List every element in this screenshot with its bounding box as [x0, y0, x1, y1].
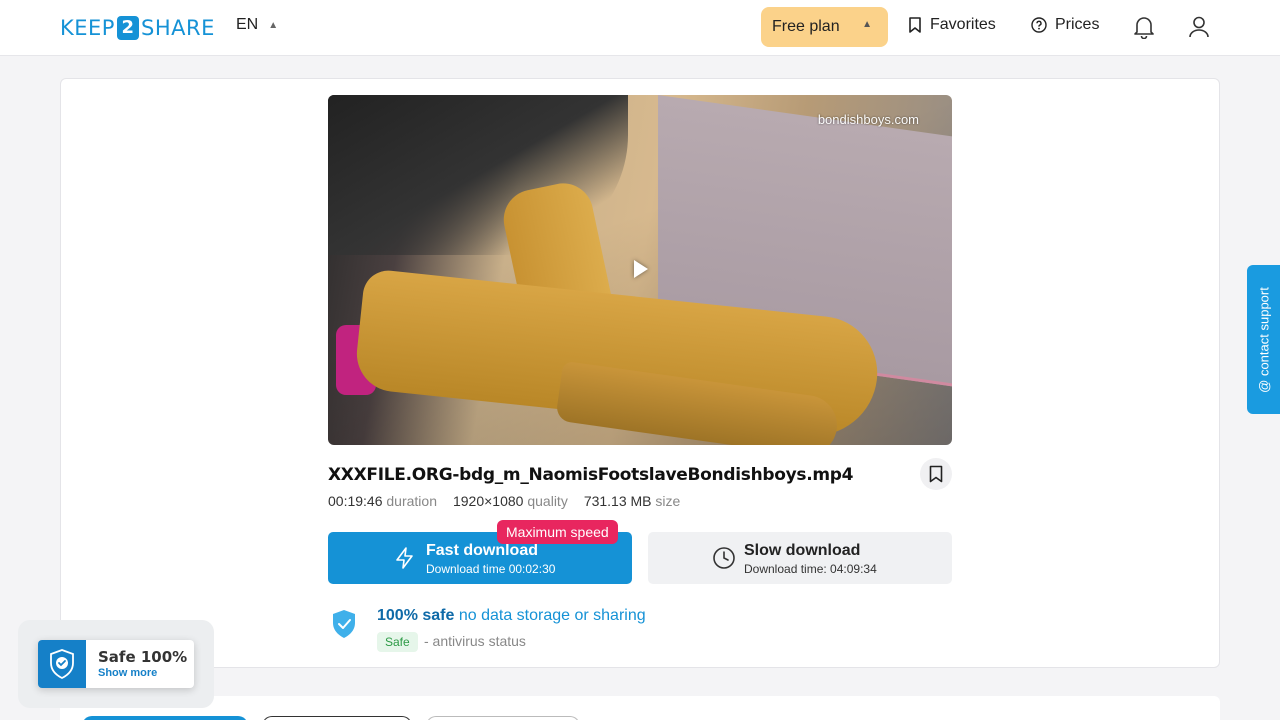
safety-statement: 100% safe no data storage or sharing	[377, 607, 646, 625]
size-value: 731.13 MB	[583, 493, 652, 509]
duration-value: 00:19:46	[328, 493, 383, 509]
logo-text-share: SHARE	[140, 16, 215, 40]
safe-widget-title: Safe 100%	[98, 648, 188, 666]
safe-status-badge: Safe	[377, 632, 418, 652]
slow-download-title: Slow download	[744, 542, 861, 559]
tab-pill[interactable]	[426, 716, 580, 720]
bookmark-icon	[929, 465, 943, 483]
top-header: KEEP 2 SHARE EN ▲ Free plan ▲ Favorites Pr…	[0, 0, 1280, 56]
chevron-up-icon: ▲	[862, 19, 872, 30]
video-preview[interactable]: bondishboys.com	[328, 95, 952, 445]
play-icon[interactable]	[634, 260, 648, 278]
contact-support-button[interactable]: @ contact support	[1247, 265, 1280, 414]
video-watermark: bondishboys.com	[817, 112, 919, 127]
duration-label: duration	[386, 493, 437, 509]
antivirus-status-label: - antivirus status	[424, 633, 526, 649]
clock-icon	[713, 547, 735, 569]
safe-widget[interactable]: Safe 100% Show more	[38, 640, 194, 688]
tab-pill[interactable]	[262, 716, 412, 720]
logo-text-2: 2	[116, 16, 139, 40]
slow-download-time: Download time: 04:09:34	[744, 562, 877, 576]
slow-download-button[interactable]: Slow download Download time: 04:09:34	[648, 532, 952, 584]
quality-info: 1920×1080 quality	[453, 493, 568, 509]
language-label: EN	[236, 16, 259, 33]
duration-info: 00:19:46 duration	[328, 493, 437, 509]
fast-download-title: Fast download	[426, 542, 538, 559]
maximum-speed-badge: Maximum speed	[497, 520, 618, 544]
safety-strong: 100% safe	[377, 607, 455, 624]
bookmark-icon	[909, 17, 921, 33]
quality-label: quality	[527, 493, 568, 509]
free-plan-button[interactable]: Free plan ▲	[761, 7, 888, 47]
account-button[interactable]	[1186, 14, 1212, 40]
keep2share-logo[interactable]: KEEP 2 SHARE	[60, 14, 215, 42]
notifications-button[interactable]	[1131, 14, 1157, 40]
add-to-favorites-button[interactable]	[920, 458, 952, 490]
size-label: size	[655, 493, 681, 509]
size-info: 731.13 MB size	[584, 493, 681, 509]
file-name: XXXFILE.ORG-bdg_m_NaomisFootslaveBondish…	[328, 465, 854, 485]
lightning-icon	[396, 547, 413, 569]
prices-label: Prices	[1055, 16, 1100, 33]
fast-download-time: Download time 00:02:30	[426, 562, 556, 576]
shield-check-icon	[333, 610, 355, 638]
file-meta: 00:19:46 duration 1920×1080 quality 731.…	[328, 493, 680, 509]
help-circle-icon	[1031, 17, 1047, 33]
show-more-link[interactable]: Show more	[98, 667, 157, 679]
tab-pill[interactable]	[82, 716, 248, 720]
contact-support-label: @ contact support	[1256, 286, 1271, 393]
shield-check-icon	[38, 640, 86, 688]
bell-icon	[1134, 17, 1154, 39]
prices-link[interactable]: Prices	[1031, 16, 1099, 34]
safety-rest: no data storage or sharing	[458, 607, 646, 624]
user-icon	[1189, 16, 1209, 38]
chevron-up-icon: ▲	[268, 19, 279, 31]
favorites-label: Favorites	[930, 16, 996, 33]
language-selector[interactable]: EN ▲	[236, 16, 278, 34]
favorites-link[interactable]: Favorites	[908, 16, 996, 34]
logo-text-keep: KEEP	[60, 16, 115, 40]
quality-value: 1920×1080	[452, 493, 524, 509]
plan-label: Free plan	[772, 18, 840, 35]
